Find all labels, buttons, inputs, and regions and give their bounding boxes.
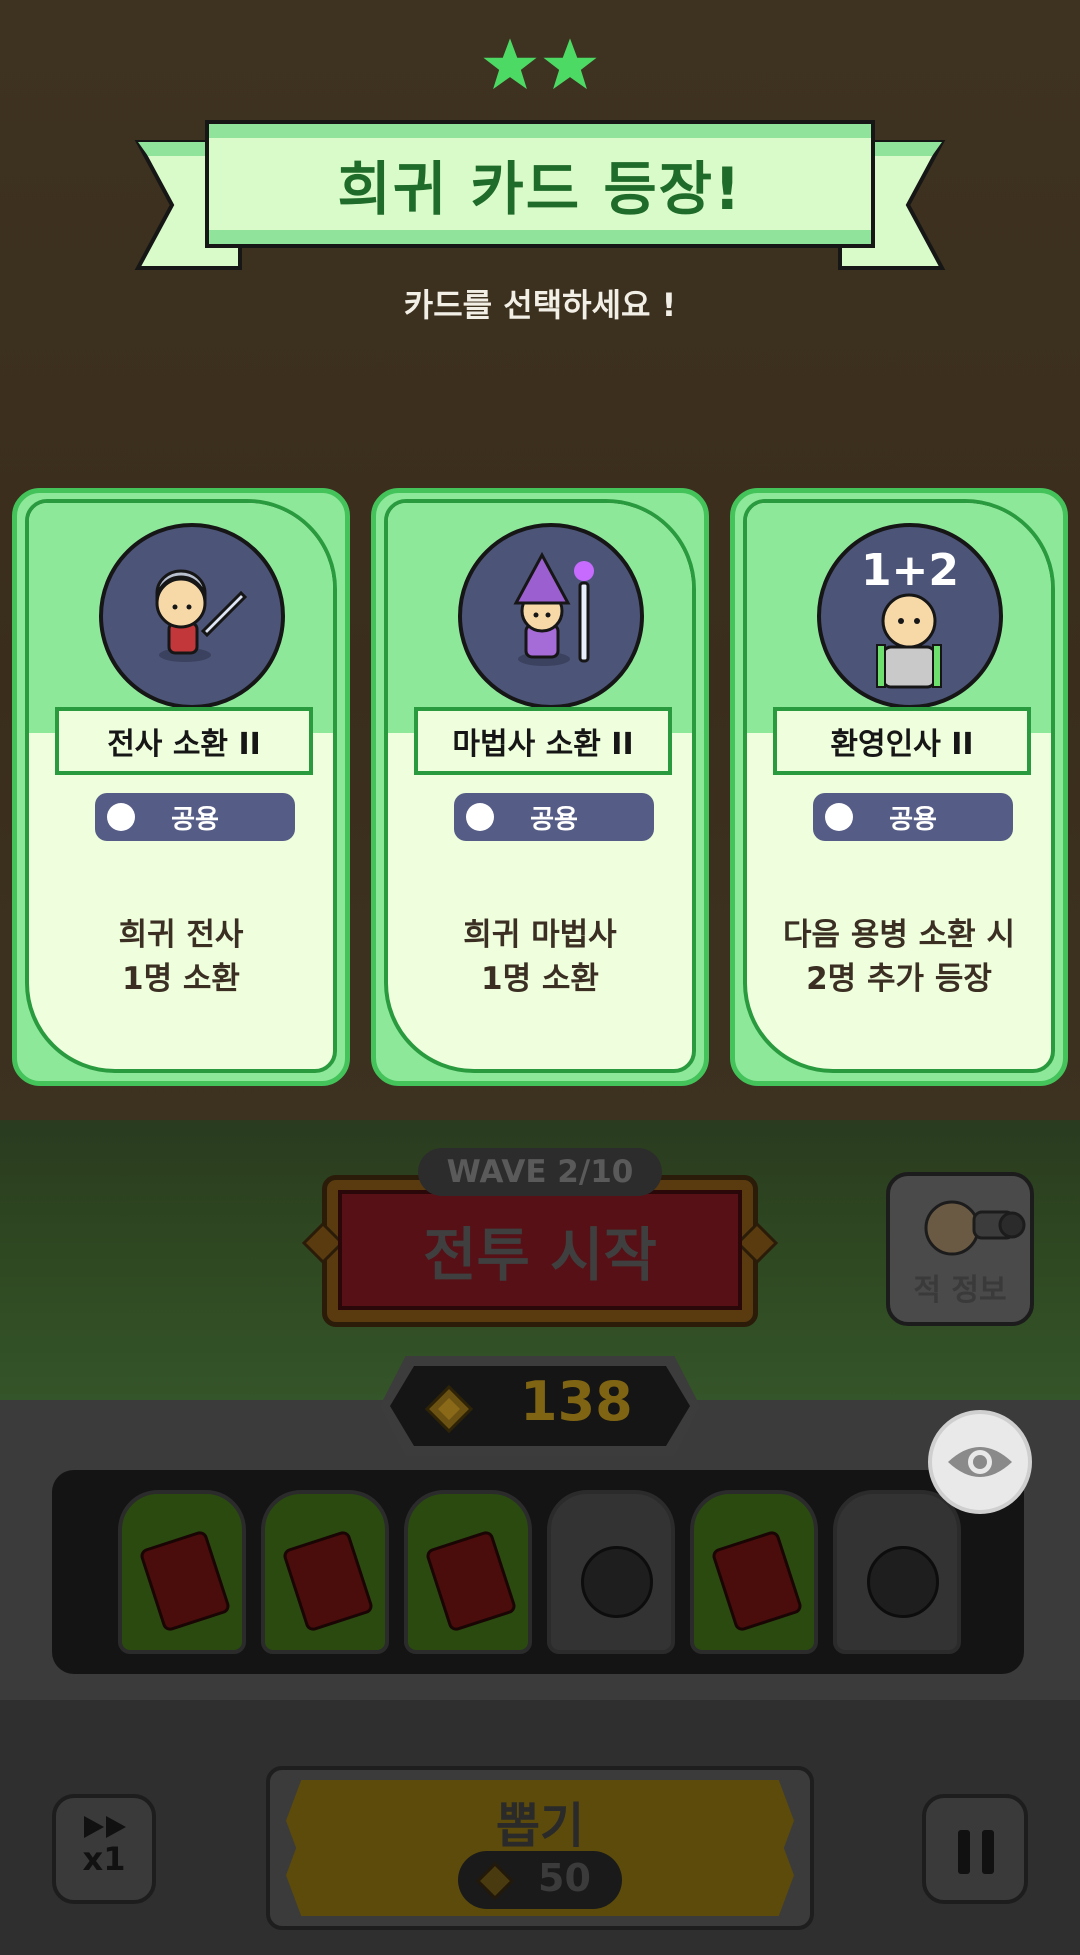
mystery-card-icon xyxy=(281,1529,375,1633)
unit-slot-empty[interactable] xyxy=(547,1490,675,1654)
battle-start-label[interactable]: 전투 시작 xyxy=(338,1190,742,1310)
card-name: 환영인사 II xyxy=(773,707,1031,775)
portrait xyxy=(99,523,285,709)
wizard-icon xyxy=(513,551,594,666)
mystery-card-icon xyxy=(424,1529,518,1633)
bonus-badge: 1+2 xyxy=(860,545,960,596)
star-icon xyxy=(483,38,537,90)
fast-forward-icon xyxy=(84,1816,126,1838)
coin-icon xyxy=(424,1384,474,1434)
view-toggle-button[interactable] xyxy=(928,1410,1032,1514)
desc-line: 희귀 마법사 xyxy=(463,917,617,953)
warrior-icon xyxy=(155,569,248,662)
star-icon xyxy=(543,38,597,90)
draw-cost: 50 xyxy=(538,1856,591,1900)
tag-common: 공용 xyxy=(813,793,1013,841)
empty-slot-icon xyxy=(581,1546,653,1618)
draw-label: 뽑기 xyxy=(495,1798,585,1854)
subtitle: 카드를 선택하세요 ! xyxy=(403,286,677,324)
tag-icon xyxy=(107,803,135,831)
card-wizard-summon[interactable]: 공용 희귀 마법사 1명 소환 마법사 소환 II xyxy=(371,488,709,1086)
unit-slot[interactable] xyxy=(690,1490,818,1654)
portrait: 1+2 xyxy=(817,523,1003,709)
unit-slot[interactable] xyxy=(261,1490,389,1654)
card-name: 전사 소환 II xyxy=(55,707,313,775)
card-description: 희귀 전사 1명 소환 xyxy=(29,913,333,1001)
mystery-card-icon xyxy=(710,1529,804,1633)
card-description: 희귀 마법사 1명 소환 xyxy=(388,913,692,1001)
pause-button[interactable] xyxy=(922,1794,1028,1904)
tag-icon xyxy=(825,803,853,831)
tag-label: 공용 xyxy=(889,804,937,835)
tag-common: 공용 xyxy=(454,793,654,841)
unit-slot[interactable] xyxy=(404,1490,532,1654)
card-greeting[interactable]: 1+2 공용 다음 용병 소환 시 2명 추가 등장 환영인사 II xyxy=(730,488,1068,1086)
title-banner: 희귀 카드 등장! xyxy=(205,120,875,248)
wave-indicator: WAVE 2/10 xyxy=(418,1148,662,1196)
title-text: 희귀 카드 등장! xyxy=(337,155,743,223)
desc-line: 1명 소환 xyxy=(122,961,240,997)
coin-value: 138 xyxy=(520,1370,633,1433)
coin-icon xyxy=(476,1862,514,1900)
card-body: 공용 희귀 전사 1명 소환 xyxy=(25,499,337,1073)
tag-label: 공용 xyxy=(171,804,219,835)
card-name: 마법사 소환 II xyxy=(414,707,672,775)
speed-label: x1 xyxy=(82,1840,126,1878)
unit-slot-empty[interactable] xyxy=(833,1490,961,1654)
desc-line: 1명 소환 xyxy=(481,961,599,997)
portrait xyxy=(458,523,644,709)
desc-line: 다음 용병 소환 시 xyxy=(782,917,1016,953)
card-warrior-summon[interactable]: 공용 희귀 전사 1명 소환 전사 소환 II xyxy=(12,488,350,1086)
card-body: 공용 희귀 마법사 1명 소환 xyxy=(384,499,696,1073)
tag-icon xyxy=(466,803,494,831)
card-body: 1+2 공용 다음 용병 소환 시 2명 추가 등장 xyxy=(743,499,1055,1073)
empty-slot-icon xyxy=(867,1546,939,1618)
diamond-icon xyxy=(736,1222,778,1264)
tag-label: 공용 xyxy=(530,804,578,835)
desc-line: 2명 추가 등장 xyxy=(806,961,992,997)
unit-slot[interactable] xyxy=(118,1490,246,1654)
card-description: 다음 용병 소환 시 2명 추가 등장 xyxy=(747,913,1051,1001)
eye-icon xyxy=(948,1447,1012,1477)
tag-common: 공용 xyxy=(95,793,295,841)
pause-icon xyxy=(958,1830,994,1874)
desc-line: 희귀 전사 xyxy=(118,917,244,953)
enemy-info-label: 적 정보 xyxy=(913,1273,1007,1308)
mystery-card-icon xyxy=(138,1529,232,1633)
